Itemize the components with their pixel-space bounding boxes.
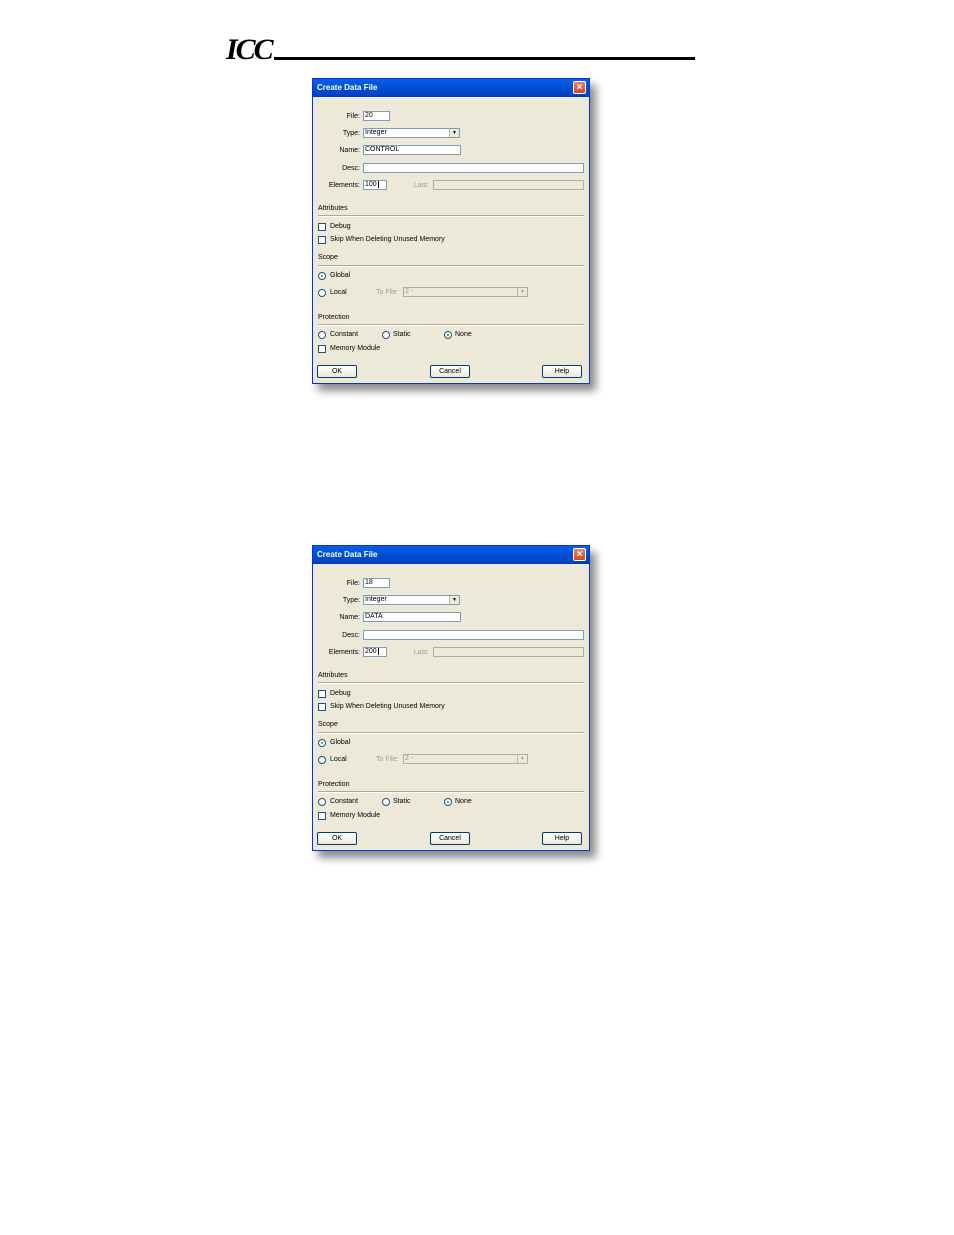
none-radio[interactable] bbox=[444, 331, 452, 339]
to-file-label: To File: bbox=[376, 289, 399, 296]
cancel-button[interactable]: Cancel bbox=[430, 365, 470, 378]
none-radio[interactable] bbox=[444, 798, 452, 806]
to-file-select: 2 - ▼ bbox=[403, 754, 528, 764]
protection-divider bbox=[318, 791, 584, 793]
icc-logo: ICC bbox=[226, 33, 274, 66]
attributes-divider bbox=[318, 215, 584, 217]
last-input bbox=[433, 647, 584, 657]
header-rule bbox=[274, 57, 695, 60]
debug-label: Debug bbox=[330, 223, 351, 230]
static-label: Static bbox=[393, 331, 411, 338]
to-file-label: To File: bbox=[376, 756, 399, 763]
memory-module-checkbox[interactable] bbox=[318, 345, 326, 353]
ok-button[interactable]: OK bbox=[317, 832, 357, 845]
type-select[interactable]: Integer ▼ bbox=[363, 128, 460, 138]
chevron-down-icon[interactable]: ▼ bbox=[449, 596, 459, 604]
to-file-select: 2 - ▼ bbox=[403, 287, 528, 297]
local-label: Local bbox=[330, 289, 347, 296]
chevron-down-icon: ▼ bbox=[517, 755, 527, 763]
global-radio[interactable] bbox=[318, 272, 326, 280]
scope-divider bbox=[318, 265, 584, 267]
local-radio[interactable] bbox=[318, 289, 326, 297]
file-label: File: bbox=[346, 580, 360, 587]
dialog-title: Create Data File bbox=[317, 83, 378, 92]
debug-label: Debug bbox=[330, 690, 351, 697]
ok-button[interactable]: OK bbox=[317, 365, 357, 378]
title-bar[interactable]: Create Data File × bbox=[313, 546, 589, 564]
skip-unused-memory-checkbox[interactable] bbox=[318, 236, 326, 244]
attributes-group-label: Attributes bbox=[318, 672, 348, 679]
name-input[interactable]: DATA bbox=[363, 612, 461, 622]
constant-radio[interactable] bbox=[318, 798, 326, 806]
protection-group-label: Protection bbox=[318, 781, 350, 788]
attributes-divider bbox=[318, 682, 584, 684]
desc-label: Desc: bbox=[342, 632, 360, 639]
scope-group-label: Scope bbox=[318, 254, 338, 261]
close-icon[interactable]: × bbox=[573, 81, 586, 94]
dialog-title: Create Data File bbox=[317, 550, 378, 559]
memory-module-label: Memory Module bbox=[330, 345, 381, 352]
file-label: File: bbox=[346, 113, 360, 120]
type-select[interactable]: Integer ▼ bbox=[363, 595, 460, 605]
constant-label: Constant bbox=[330, 331, 359, 338]
type-label: Type: bbox=[342, 597, 360, 604]
chevron-down-icon[interactable]: ▼ bbox=[449, 129, 459, 137]
static-label: Static bbox=[393, 798, 411, 805]
memory-module-checkbox[interactable] bbox=[318, 812, 326, 820]
elements-label: Elements: bbox=[328, 649, 360, 656]
create-data-file-dialog-2: Create Data File × File: 18 Type: Intege… bbox=[312, 545, 590, 851]
debug-checkbox[interactable] bbox=[318, 223, 326, 231]
desc-input[interactable] bbox=[363, 163, 584, 173]
last-label: Last: bbox=[413, 649, 429, 656]
local-radio[interactable] bbox=[318, 756, 326, 764]
help-button[interactable]: Help bbox=[542, 365, 582, 378]
elements-input[interactable]: 200 bbox=[363, 647, 387, 657]
chevron-down-icon: ▼ bbox=[517, 288, 527, 296]
constant-label: Constant bbox=[330, 798, 359, 805]
create-data-file-dialog-1: Create Data File × File: 20 Type: Intege… bbox=[312, 78, 590, 384]
constant-radio[interactable] bbox=[318, 331, 326, 339]
scope-group-label: Scope bbox=[318, 721, 338, 728]
none-label: None bbox=[455, 331, 472, 338]
protection-divider bbox=[318, 324, 584, 326]
global-radio[interactable] bbox=[318, 739, 326, 747]
name-input[interactable]: CONTROL bbox=[363, 145, 461, 155]
global-label: Global bbox=[330, 272, 351, 279]
elements-label: Elements: bbox=[328, 182, 360, 189]
static-radio[interactable] bbox=[382, 331, 390, 339]
type-label: Type: bbox=[342, 130, 360, 137]
cancel-button[interactable]: Cancel bbox=[430, 832, 470, 845]
file-input[interactable]: 18 bbox=[363, 578, 390, 588]
none-label: None bbox=[455, 798, 472, 805]
desc-label: Desc: bbox=[342, 165, 360, 172]
debug-checkbox[interactable] bbox=[318, 690, 326, 698]
close-icon[interactable]: × bbox=[573, 548, 586, 561]
elements-input[interactable]: 100 bbox=[363, 180, 387, 190]
local-label: Local bbox=[330, 756, 347, 763]
memory-module-label: Memory Module bbox=[330, 812, 381, 819]
global-label: Global bbox=[330, 739, 351, 746]
protection-group-label: Protection bbox=[318, 314, 350, 321]
name-label: Name: bbox=[339, 147, 360, 154]
skip-unused-memory-checkbox[interactable] bbox=[318, 703, 326, 711]
help-button[interactable]: Help bbox=[542, 832, 582, 845]
attributes-group-label: Attributes bbox=[318, 205, 348, 212]
skip-unused-memory-label: Skip When Deleting Unused Memory bbox=[330, 236, 445, 243]
static-radio[interactable] bbox=[382, 798, 390, 806]
skip-unused-memory-label: Skip When Deleting Unused Memory bbox=[330, 703, 445, 710]
name-label: Name: bbox=[339, 614, 360, 621]
scope-divider bbox=[318, 732, 584, 734]
last-input bbox=[433, 180, 584, 190]
last-label: Last: bbox=[413, 182, 429, 189]
title-bar[interactable]: Create Data File × bbox=[313, 79, 589, 97]
file-input[interactable]: 20 bbox=[363, 111, 390, 121]
desc-input[interactable] bbox=[363, 630, 584, 640]
